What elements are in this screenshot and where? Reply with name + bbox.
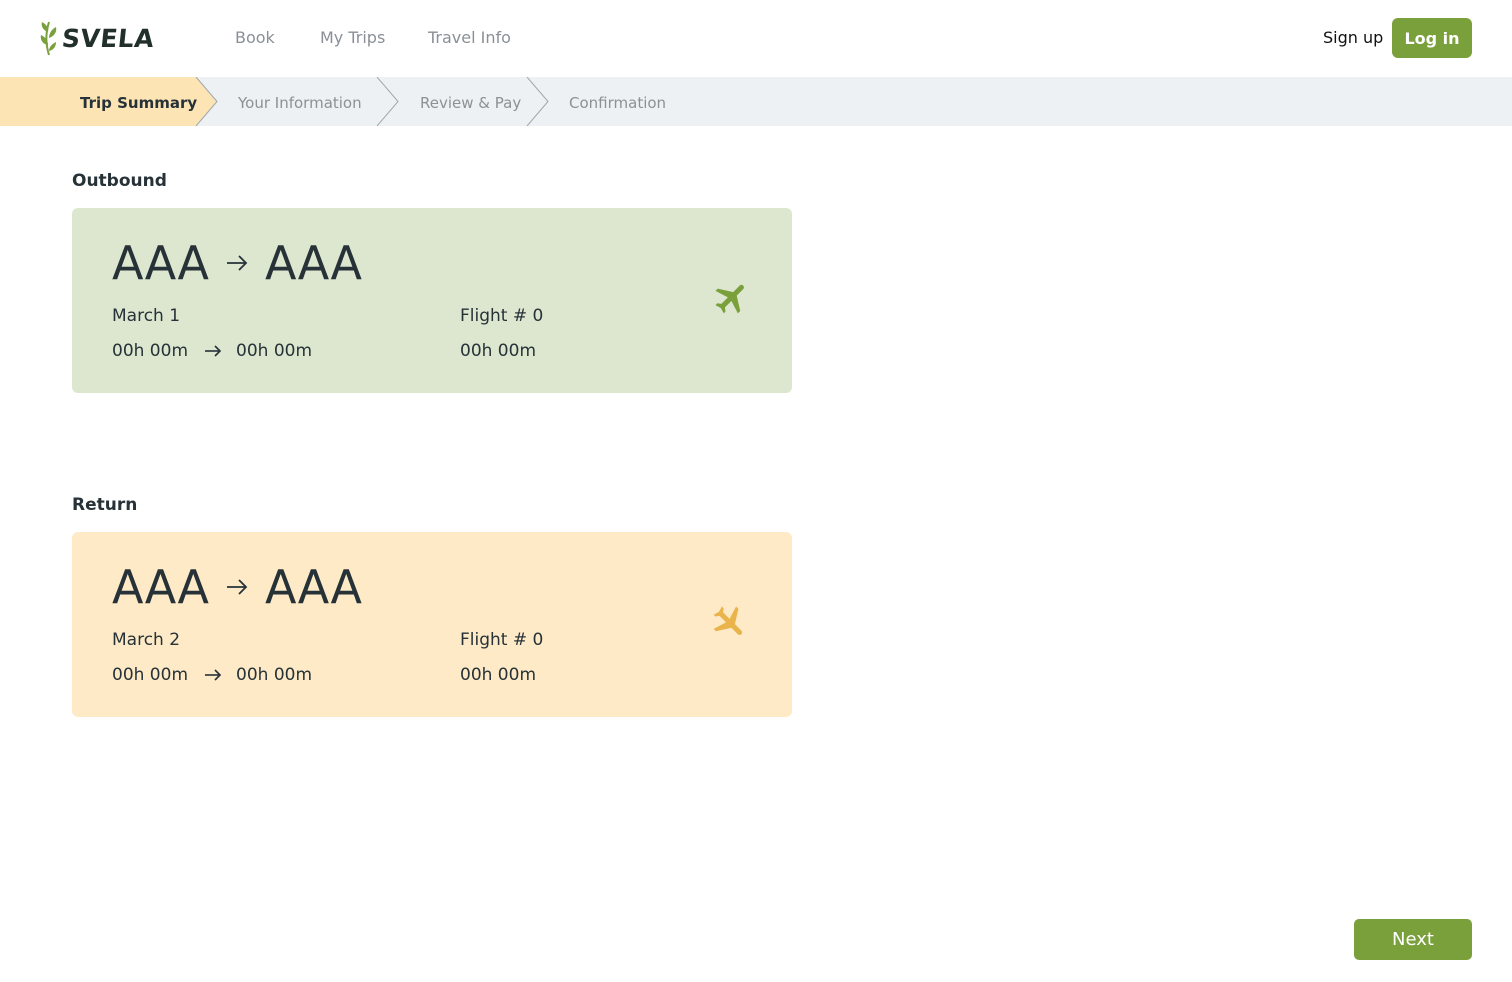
- origin-code: AAA: [112, 236, 209, 290]
- origin-code: AAA: [112, 560, 209, 614]
- signup-link[interactable]: Sign up: [1323, 28, 1383, 47]
- outbound-route: AAA AAA: [112, 236, 362, 290]
- next-button[interactable]: Next: [1354, 919, 1472, 960]
- destination-code: AAA: [264, 236, 362, 290]
- return-route: AAA AAA: [112, 560, 362, 614]
- arrow-right-icon: [205, 345, 222, 357]
- step-review-pay[interactable]: Review & Pay: [420, 94, 521, 112]
- leaf-icon: [40, 21, 57, 56]
- login-button[interactable]: Log in: [1392, 18, 1472, 58]
- arrive-time: 00h 00m: [236, 665, 313, 685]
- brand-name: SVELA: [60, 23, 156, 53]
- step-your-information[interactable]: Your Information: [238, 94, 362, 112]
- arrow-right-icon: [226, 255, 248, 271]
- outbound-flight-card[interactable]: AAA AAA March 1 Flight # 0 00h 00m 00h 0…: [72, 208, 792, 393]
- depart-time: 00h 00m: [112, 665, 189, 685]
- plane-landing-icon: [713, 606, 743, 635]
- flight-number: Flight # 0: [460, 306, 544, 326]
- top-navbar: SVELA Book My Trips Travel Info Sign up …: [0, 0, 1512, 77]
- arrow-right-icon: [205, 669, 222, 681]
- checkout-stepper: Trip Summary Your Information Review & P…: [0, 77, 1512, 126]
- flight-number: Flight # 0: [460, 630, 544, 650]
- step-trip-summary[interactable]: Trip Summary: [80, 94, 197, 112]
- flight-times: 00h 00m 00h 00m: [112, 665, 312, 685]
- brand-logo[interactable]: SVELA: [40, 18, 156, 58]
- destination-code: AAA: [264, 560, 362, 614]
- app: SVELA Book My Trips Travel Info Sign up …: [0, 0, 1512, 982]
- step-confirmation[interactable]: Confirmation: [569, 94, 666, 112]
- nav-book[interactable]: Book: [235, 28, 275, 47]
- return-flight-card[interactable]: AAA AAA March 2 Flight # 0 00h 00m 00h 0…: [72, 532, 792, 717]
- arrow-right-icon: [226, 579, 248, 595]
- flight-date: March 2: [112, 630, 181, 650]
- outbound-heading: Outbound: [72, 171, 167, 191]
- plane-takeoff-icon: [715, 284, 744, 314]
- flight-date: March 1: [112, 306, 181, 326]
- arrive-time: 00h 00m: [236, 341, 313, 361]
- flight-duration: 00h 00m: [460, 341, 537, 361]
- nav-travel-info[interactable]: Travel Info: [428, 28, 511, 47]
- flight-duration: 00h 00m: [460, 665, 537, 685]
- nav-my-trips[interactable]: My Trips: [320, 28, 385, 47]
- depart-time: 00h 00m: [112, 341, 189, 361]
- flight-times: 00h 00m 00h 00m: [112, 341, 312, 361]
- return-heading: Return: [72, 495, 138, 515]
